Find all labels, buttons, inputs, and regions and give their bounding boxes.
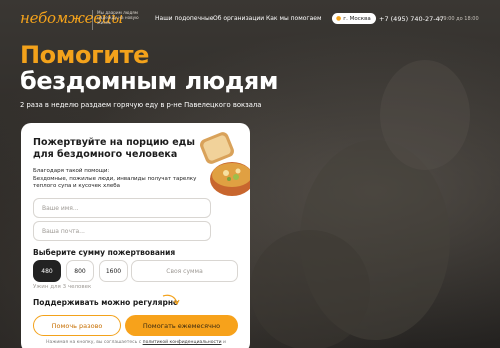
amount-hint: Ужин для 3 человек bbox=[33, 284, 92, 290]
consent-text: Нажимая на кнопку, вы соглашаетесь с bbox=[46, 340, 142, 345]
logo-divider bbox=[92, 10, 93, 30]
consent-note: Нажимая на кнопку, вы соглашаетесь с пол… bbox=[33, 340, 239, 346]
amount-label: Выберите сумму пожертвования bbox=[33, 248, 176, 257]
hero-subtitle: 2 раза в неделю раздаем горячую еду в р-… bbox=[20, 101, 262, 109]
hero-title: Помогите бездомным людям bbox=[20, 42, 340, 94]
location-pin-icon: ● bbox=[336, 15, 342, 22]
city-selector[interactable]: ● г. Москва bbox=[332, 13, 376, 24]
curved-arrow-icon bbox=[162, 294, 180, 306]
name-input[interactable] bbox=[33, 198, 211, 218]
amount-option-800[interactable]: 800 bbox=[66, 260, 94, 282]
phone-link[interactable]: +7 (495) 740-27-47 bbox=[379, 15, 444, 23]
form-title: Пожертвуйте на порцию еды для бездомного… bbox=[33, 137, 195, 160]
recurring-label: Поддерживать можно регулярно bbox=[33, 298, 179, 307]
logo-tagline: Мы даарим людям надежду на новую жизнь bbox=[97, 10, 139, 26]
nav-link-wards[interactable]: Наши подопечные bbox=[155, 15, 213, 22]
city-label: г. Москва bbox=[343, 15, 371, 22]
amount-option-480[interactable]: 480 bbox=[33, 260, 61, 282]
amount-option-1600[interactable]: 1600 bbox=[99, 260, 128, 282]
donate-once-button[interactable]: Помочь разово bbox=[33, 315, 121, 336]
custom-amount-input[interactable] bbox=[131, 260, 238, 282]
donation-form-card: Пожертвуйте на порцию еды для бездомного… bbox=[21, 123, 250, 348]
help-description: Бездомные, пожилые люди, инвалиды получа… bbox=[33, 176, 197, 189]
nav-link-how-we-help[interactable]: Как мы помогаем bbox=[266, 15, 321, 22]
email-input[interactable] bbox=[33, 221, 211, 241]
consent-tail: и bbox=[222, 340, 226, 345]
hero-title-line1: Помогите bbox=[20, 41, 150, 69]
donate-monthly-button[interactable]: Помогать ежемесячно bbox=[125, 315, 238, 336]
help-intro: Благодаря такой помощи: bbox=[33, 168, 110, 174]
nav-link-about[interactable]: Об организации bbox=[213, 15, 264, 22]
hero-title-line2: бездомным людям bbox=[20, 67, 279, 95]
working-hours: с 9:00 до 18:00 bbox=[439, 16, 479, 22]
site-header: небомжевиы Мы даарим людям надежду на но… bbox=[0, 0, 500, 40]
privacy-policy-link[interactable]: политикой конфиденциальности bbox=[143, 340, 222, 345]
bread-and-soup-image bbox=[200, 132, 250, 196]
